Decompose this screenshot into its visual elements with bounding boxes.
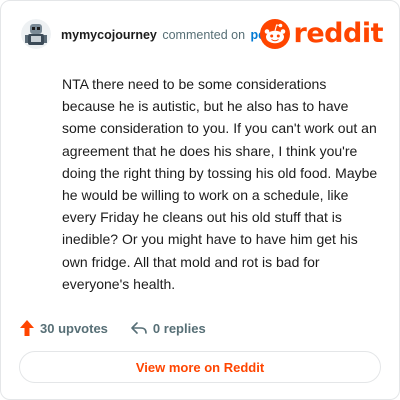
comment-stats: 30 upvotes 0 replies: [19, 318, 206, 338]
upvotes-count: 30 upvotes: [40, 320, 108, 336]
action-text: commented on: [162, 28, 246, 42]
avatar-image: [21, 19, 51, 49]
username-link[interactable]: mymycojourney: [61, 28, 157, 42]
upvote-arrow-icon: [20, 320, 34, 336]
replies-count: 0 replies: [152, 320, 206, 336]
replies-stat[interactable]: 0 replies: [130, 320, 206, 336]
view-more-button[interactable]: View more on Reddit: [19, 351, 381, 383]
comment-header: mymycojourney commented on post reddit: [21, 18, 384, 51]
comment-embed-card: mymycojourney commented on post reddit N…: [0, 0, 400, 400]
user-avatar[interactable]: [21, 19, 51, 49]
comment-body: NTA there need to be some considerations…: [62, 76, 378, 292]
reddit-logo[interactable]: reddit: [259, 18, 384, 49]
reply-arrow-icon: [131, 322, 147, 334]
reddit-snoo-icon: [259, 19, 290, 49]
comment-meta: mymycojourney commented on post: [61, 27, 277, 43]
reddit-wordmark: reddit: [293, 18, 384, 49]
upvotes-stat[interactable]: 30 upvotes: [19, 319, 108, 337]
